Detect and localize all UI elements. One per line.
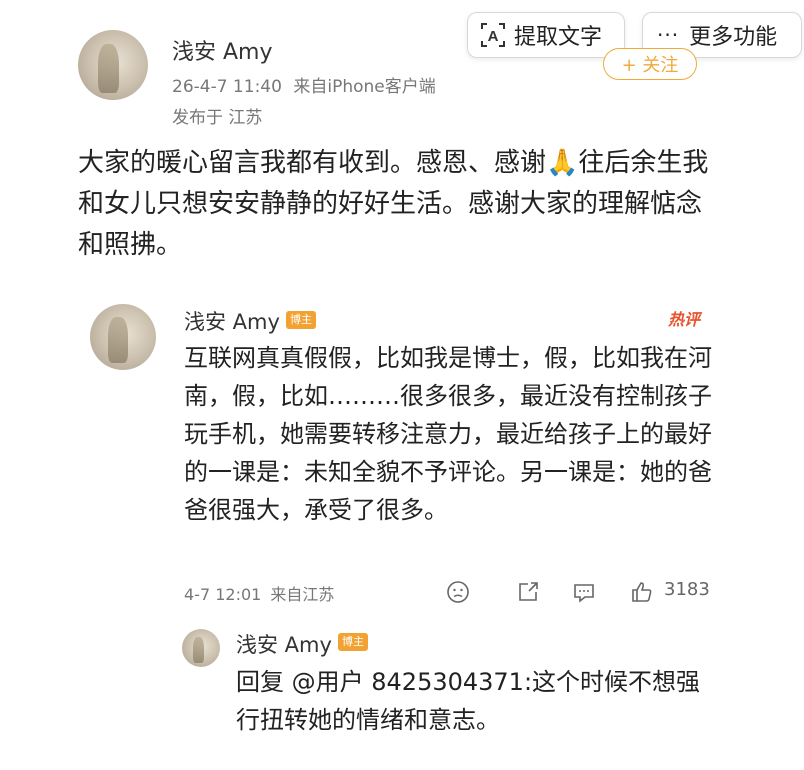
- reply-timestamp: 4-7 12:01: [184, 585, 262, 604]
- sub-reply-author-name[interactable]: 浅安 Amy: [236, 629, 332, 659]
- extract-text-button[interactable]: A 提取文字: [467, 12, 625, 58]
- post-timestamp: 26-4-7 11:40: [172, 77, 282, 97]
- extract-text-icon: A: [480, 22, 506, 48]
- post-author-name[interactable]: 浅安 Amy: [172, 34, 273, 66]
- sub-reply-body: 回复 @用户 8425304371:这个时候不想强行扭转她的情绪和意志。: [236, 668, 701, 734]
- pray-emoji-icon: 🙏: [546, 148, 579, 178]
- more-functions-label: 更多功能: [689, 25, 778, 50]
- post-location: 发布于 江苏: [172, 108, 263, 128]
- reply-author-badge: 博主: [286, 311, 316, 329]
- dislike-face-icon[interactable]: [444, 578, 472, 606]
- post-text-part1: 大家的暖心留言我都有收到。感恩、感谢: [78, 148, 547, 178]
- reply-author-avatar[interactable]: [90, 304, 156, 370]
- reply-author-name[interactable]: 浅安 Amy: [184, 306, 280, 336]
- more-dots-icon: ···: [657, 23, 680, 47]
- share-icon[interactable]: [514, 578, 542, 606]
- extract-text-label: 提取文字: [514, 25, 603, 50]
- weibo-comment-view: A 提取文字 ··· 更多功能 浅安 Amy 26-4-7 11:40 来自iP…: [0, 0, 804, 770]
- hot-comment-tag: 热评: [668, 310, 701, 329]
- sub-reply-author-badge: 博主: [338, 633, 368, 651]
- reply-source: 来自江苏: [270, 585, 335, 604]
- like-thumb-icon[interactable]: [628, 578, 656, 606]
- like-count: 3183: [664, 579, 710, 600]
- post-author-avatar[interactable]: [78, 30, 148, 100]
- reply-meta: 4-7 12:01 来自江苏: [184, 581, 334, 605]
- post-meta: 26-4-7 11:40 来自iPhone客户端: [172, 72, 436, 97]
- comment-icon[interactable]: [570, 578, 598, 606]
- post-source: 来自iPhone客户端: [293, 77, 436, 97]
- follow-button[interactable]: + 关注: [603, 48, 697, 80]
- post-body: 大家的暖心留言我都有收到。感恩、感谢🙏往后余生我和女儿只想安安静静的好好生活。感…: [78, 143, 718, 266]
- sub-reply-author-avatar[interactable]: [182, 629, 220, 667]
- reply-body: 互联网真真假假，比如我是博士，假，比如我在河南，假，比如………很多很多，最近没有…: [184, 344, 712, 524]
- svg-text:A: A: [488, 28, 499, 45]
